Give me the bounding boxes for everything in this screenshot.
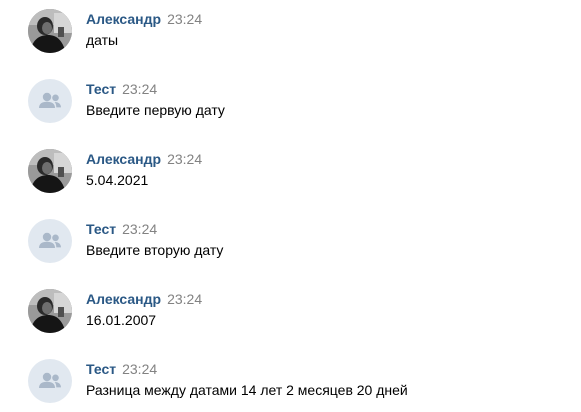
author-name[interactable]: Александр — [86, 291, 161, 307]
user-avatar[interactable] — [28, 149, 72, 193]
message-header: Тест 23:24 — [86, 360, 157, 378]
message-header: Александр 23:24 — [86, 150, 202, 168]
message-header: Тест 23:24 — [86, 220, 157, 238]
message-item: Тест 23:24 Разница между датами 14 лет 2 … — [28, 359, 568, 407]
user-photo-icon — [28, 289, 72, 333]
author-name[interactable]: Александр — [86, 11, 161, 27]
author-name[interactable]: Тест — [86, 81, 116, 97]
users-icon — [39, 232, 61, 248]
user-avatar[interactable] — [28, 289, 72, 333]
users-icon — [39, 372, 61, 388]
message-time[interactable]: 23:24 — [122, 81, 157, 97]
message-item: Александр 23:24 даты — [28, 9, 568, 57]
message-header: Александр 23:24 — [86, 10, 202, 28]
message-text: 16.01.2007 — [86, 312, 157, 328]
message-item: Александр 23:24 16.01.2007 — [28, 289, 568, 337]
message-text: 5.04.2021 — [86, 172, 149, 188]
message-text: Введите вторую дату — [86, 242, 224, 258]
message-time[interactable]: 23:24 — [167, 11, 202, 27]
message-text: даты — [86, 32, 119, 48]
message-text: Разница между датами 14 лет 2 месяцев 20… — [86, 382, 408, 398]
message-time[interactable]: 23:24 — [122, 361, 157, 377]
author-name[interactable]: Александр — [86, 151, 161, 167]
users-icon — [39, 92, 61, 108]
user-photo-icon — [28, 9, 72, 53]
author-name[interactable]: Тест — [86, 221, 116, 237]
bot-avatar[interactable] — [28, 359, 72, 403]
message-header: Тест 23:24 — [86, 80, 157, 98]
chat-history: Александр 23:24 даты Тест 23:24 Введите пе… — [0, 0, 581, 412]
author-name[interactable]: Тест — [86, 361, 116, 377]
user-avatar[interactable] — [28, 9, 72, 53]
message-time[interactable]: 23:24 — [167, 291, 202, 307]
message-text: Введите первую дату — [86, 102, 225, 118]
bot-avatar[interactable] — [28, 219, 72, 263]
message-item: Александр 23:24 5.04.2021 — [28, 149, 568, 197]
message-header: Александр 23:24 — [86, 290, 202, 308]
message-time[interactable]: 23:24 — [167, 151, 202, 167]
message-item: Тест 23:24 Введите первую дату — [28, 79, 568, 127]
message-time[interactable]: 23:24 — [122, 221, 157, 237]
user-photo-icon — [28, 149, 72, 193]
bot-avatar[interactable] — [28, 79, 72, 123]
message-item: Тест 23:24 Введите вторую дату — [28, 219, 568, 267]
